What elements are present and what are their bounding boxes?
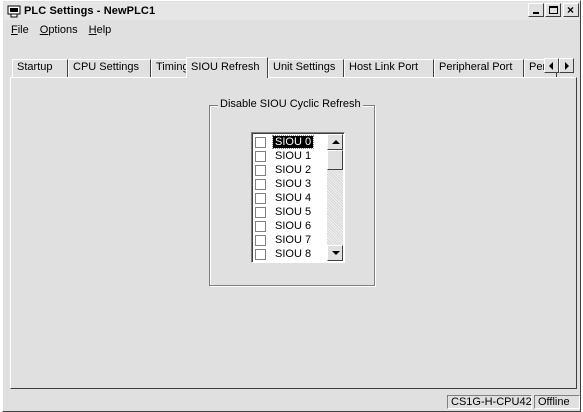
menu-bar: File Options Help (4, 21, 579, 38)
list-item-siou-0[interactable]: SIOU 0 (254, 135, 327, 149)
maximize-button[interactable] (545, 3, 561, 17)
tab-siou-refresh[interactable]: SIOU Refresh (186, 57, 268, 78)
siou-refresh-panel: Disable SIOU Cyclic Refresh SIOU 0 SIOU … (10, 77, 577, 389)
tab-startup[interactable]: Startup (12, 59, 68, 77)
minimize-icon (533, 12, 539, 14)
list-item-siou-2[interactable]: SIOU 2 (254, 163, 327, 177)
tab-cpu-settings[interactable]: CPU Settings (68, 59, 151, 77)
close-button[interactable]: × (563, 3, 579, 17)
plc-settings-window: PLC Settings - NewPLC1 × File Options He… (2, 0, 581, 412)
checkbox[interactable] (255, 136, 266, 148)
list-item-siou-6[interactable]: SIOU 6 (254, 219, 327, 233)
title-bar[interactable]: PLC Settings - NewPLC1 × (4, 2, 579, 20)
tab-peripheral-port[interactable]: Peripheral Port (434, 59, 524, 77)
close-icon: × (567, 3, 575, 17)
list-item-label: SIOU 5 (275, 206, 312, 218)
tab-host-link-port[interactable]: Host Link Port (344, 59, 434, 77)
list-item-label: SIOU 4 (275, 192, 312, 204)
menu-options[interactable]: Options (40, 24, 78, 36)
menu-file[interactable]: File (11, 24, 29, 36)
menu-file-hotkey: F (11, 23, 18, 36)
tab-scroll-controls (544, 58, 574, 73)
scroll-down-button[interactable] (327, 245, 343, 261)
list-item-label: SIOU 2 (275, 164, 312, 176)
window-title: PLC Settings - NewPLC1 (24, 5, 156, 17)
status-cpu-model: CS1G-H-CPU42 (447, 395, 532, 409)
tab-scroll-left-button[interactable] (544, 58, 559, 73)
group-label: Disable SIOU Cyclic Refresh (218, 98, 363, 110)
status-connection: Offline (534, 395, 580, 409)
list-scrollbar[interactable] (327, 134, 343, 261)
minimize-button[interactable] (528, 3, 544, 17)
checkbox[interactable] (255, 192, 266, 204)
disable-siou-refresh-group: Disable SIOU Cyclic Refresh SIOU 0 SIOU … (209, 98, 375, 286)
menu-file-label: ile (17, 23, 29, 36)
list-item-siou-8[interactable]: SIOU 8 (254, 247, 327, 261)
list-item-label: SIOU 3 (275, 178, 312, 190)
list-item-label: SIOU 8 (275, 248, 312, 260)
menu-help[interactable]: Help (89, 24, 112, 36)
list-item-siou-4[interactable]: SIOU 4 (254, 191, 327, 205)
list-item-siou-7[interactable]: SIOU 7 (254, 233, 327, 247)
arrow-up-icon (332, 140, 340, 144)
tab-unit-settings[interactable]: Unit Settings (268, 59, 344, 77)
maximize-icon (549, 6, 558, 14)
arrow-right-icon (565, 62, 569, 70)
checkbox[interactable] (255, 150, 266, 162)
siou-checklist-items: SIOU 0 SIOU 1 SIOU 2 SIOU 3 SIOU 4 SIOU … (254, 135, 327, 261)
checkbox[interactable] (255, 248, 266, 260)
menu-options-label: ptions (48, 23, 78, 36)
checkbox[interactable] (255, 164, 266, 176)
checkbox[interactable] (255, 178, 266, 190)
checkbox[interactable] (255, 206, 266, 218)
scroll-up-button[interactable] (327, 134, 343, 150)
tab-scroll-right-button[interactable] (559, 58, 574, 73)
checkbox[interactable] (255, 234, 266, 246)
list-item-label: SIOU 0 (271, 135, 315, 149)
list-item-siou-3[interactable]: SIOU 3 (254, 177, 327, 191)
settings-tabs: Startup CPU Settings Timings SIOU Refres… (12, 57, 574, 78)
status-bar: CS1G-H-CPU42 Offline (4, 394, 580, 410)
scroll-thumb[interactable] (327, 150, 343, 170)
menu-help-label: elp (96, 23, 112, 36)
arrow-left-icon (549, 62, 553, 70)
list-item-label: SIOU 1 (275, 150, 312, 162)
list-item-siou-1[interactable]: SIOU 1 (254, 149, 327, 163)
plc-app-icon (7, 4, 21, 18)
window-controls: × (527, 3, 579, 17)
siou-checklist[interactable]: SIOU 0 SIOU 1 SIOU 2 SIOU 3 SIOU 4 SIOU … (251, 132, 345, 263)
list-item-label: SIOU 7 (275, 234, 312, 246)
menu-help-hotkey: H (88, 23, 97, 36)
list-item-label: SIOU 6 (275, 220, 312, 232)
list-item-siou-5[interactable]: SIOU 5 (254, 205, 327, 219)
arrow-down-icon (332, 251, 340, 255)
checkbox[interactable] (255, 220, 266, 232)
